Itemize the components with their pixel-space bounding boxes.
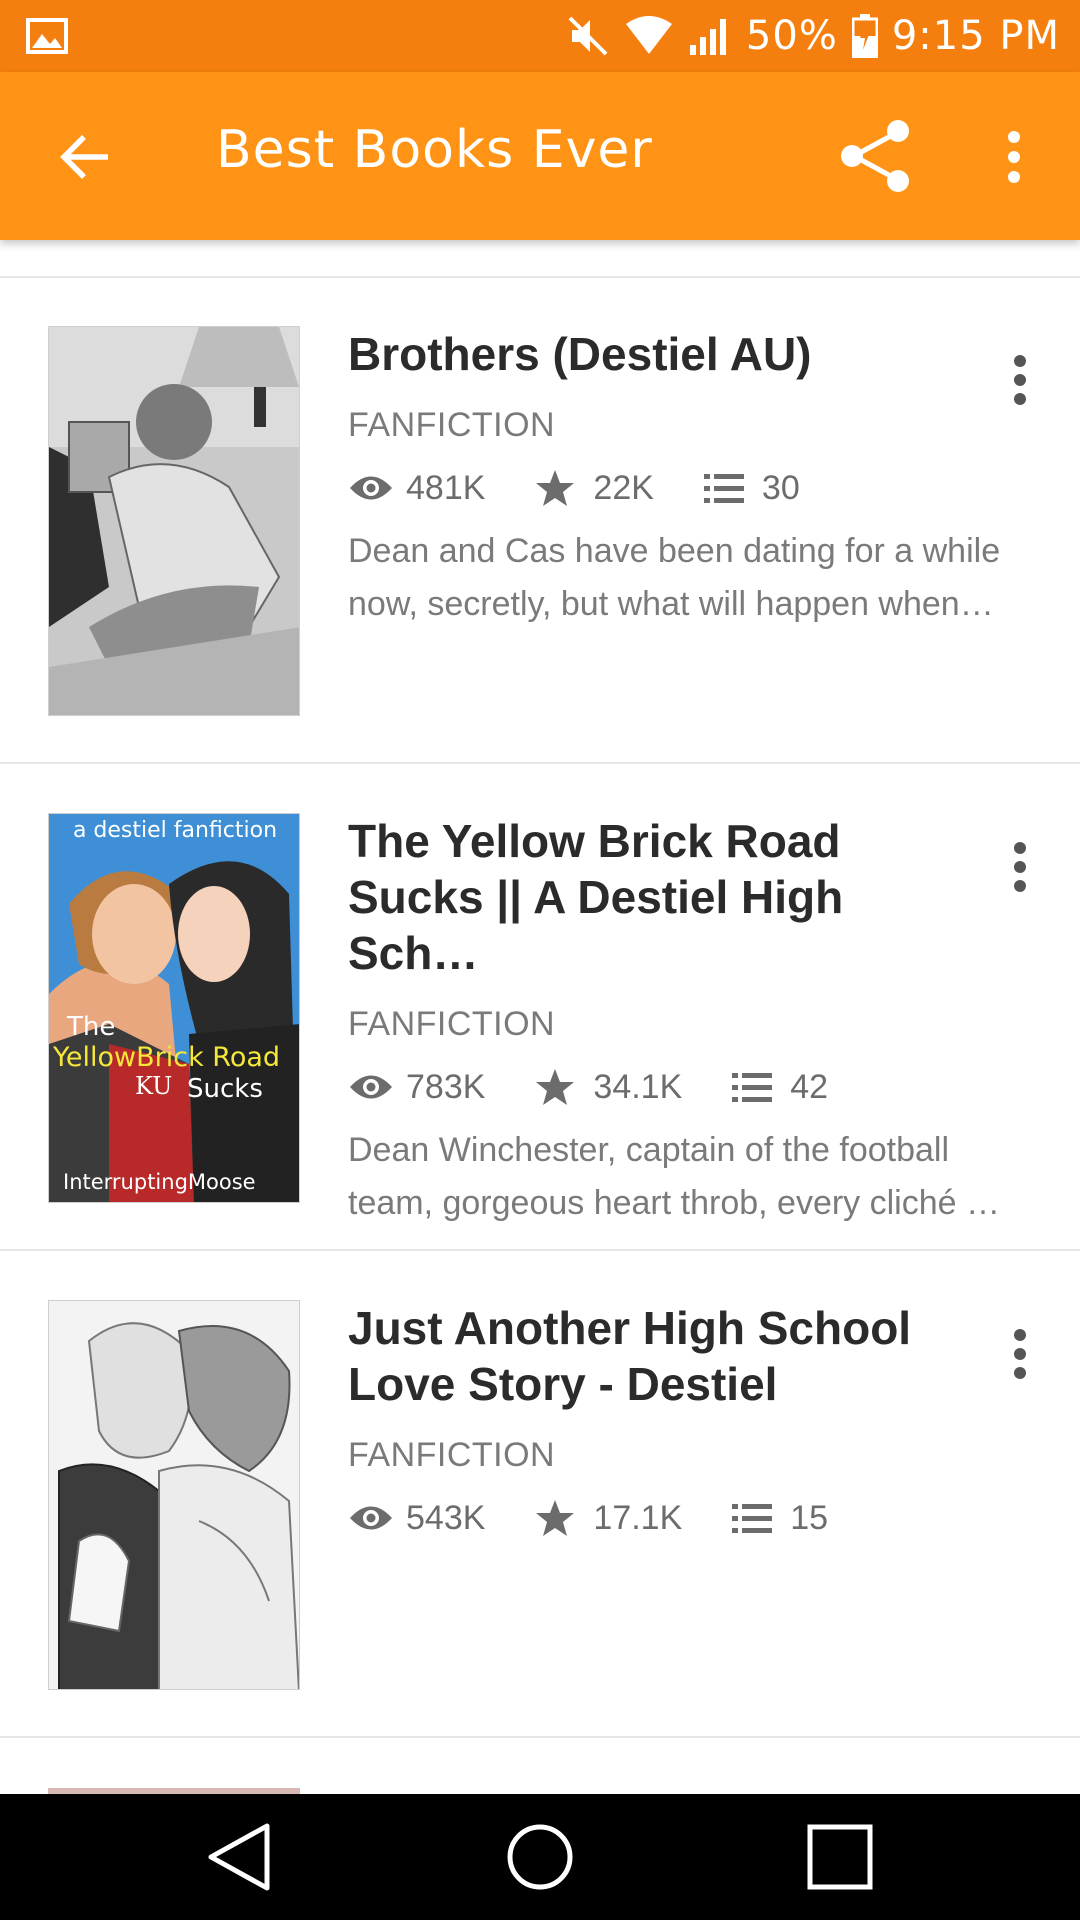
battery-icon <box>851 14 878 58</box>
votes-count: 22K <box>593 468 654 507</box>
votes-stat: 17.1K <box>535 1498 682 1538</box>
reads-stat: 481K <box>348 468 485 508</box>
app-bar: Best Books Ever <box>0 72 1080 240</box>
share-icon <box>841 120 909 192</box>
story-options-button[interactable] <box>1000 1324 1040 1384</box>
eye-icon <box>348 1067 398 1107</box>
description-line: now, secretly, but what will happen when… <box>348 585 994 623</box>
signal-icon <box>688 15 732 57</box>
wifi-icon <box>624 16 674 56</box>
story-options-button[interactable] <box>1000 350 1040 410</box>
system-nav-bar <box>0 1794 1080 1920</box>
cover-tagline: a destiel fanfiction <box>72 818 278 843</box>
book-cover[interactable] <box>48 326 300 716</box>
eye-icon <box>348 468 398 508</box>
recents-square-icon <box>807 1824 873 1890</box>
story-category: FANFICTION <box>348 406 556 444</box>
story-title[interactable]: Brothers (Destiel AU) <box>348 326 968 382</box>
reads-stat: 543K <box>348 1498 485 1538</box>
back-button[interactable] <box>50 122 120 192</box>
cover-author: InterruptingMoose <box>63 1170 256 1194</box>
story-info: The Yellow Brick Road Sucks || A Destiel… <box>348 813 1038 1230</box>
mute-icon <box>566 14 610 58</box>
story-stats: 543K 17.1K 15 <box>348 1493 1038 1543</box>
votes-stat: 22K <box>535 468 654 508</box>
nav-home-button[interactable] <box>485 1802 595 1912</box>
description-line: Dean and Cas have been dating for a whil… <box>348 532 1001 570</box>
votes-count: 34.1K <box>593 1067 683 1106</box>
star-icon <box>535 468 585 508</box>
cover-initials: KU <box>135 1072 173 1100</box>
page-title: Best Books Ever <box>216 120 653 180</box>
story-stats: 783K 34.1K 42 <box>348 1062 1038 1112</box>
story-description: Dean Winchester, captain of the football… <box>348 1124 1038 1230</box>
status-bar: 50% 9:15 PM <box>0 0 1080 72</box>
parts-count: 42 <box>790 1067 829 1106</box>
story-title[interactable]: Just Another High School Love Story - De… <box>348 1300 968 1412</box>
cover-title-the: The <box>67 1012 116 1042</box>
nav-recents-button[interactable] <box>785 1802 895 1912</box>
parts-count: 15 <box>790 1498 829 1537</box>
story-info: Brothers (Destiel AU) FANFICTION 481K 22… <box>348 326 1038 631</box>
story-list-item[interactable]: Brothers (Destiel AU) FANFICTION 481K 22… <box>0 278 1080 764</box>
story-list-item[interactable]: a destiel fanfiction The YellowBrick Roa… <box>0 765 1080 1251</box>
reads-count: 481K <box>406 468 486 507</box>
reads-count: 543K <box>406 1498 486 1537</box>
more-vertical-icon <box>1014 355 1026 405</box>
reads-count: 783K <box>406 1067 486 1106</box>
overflow-menu-button[interactable] <box>990 122 1038 192</box>
battery-percent: 50% <box>745 13 838 59</box>
star-icon <box>535 1498 585 1538</box>
cover-title-sucks: Sucks <box>187 1074 263 1104</box>
parts-stat: 15 <box>732 1498 828 1538</box>
book-cover[interactable]: a destiel fanfiction The YellowBrick Roa… <box>48 813 300 1203</box>
star-icon <box>535 1067 585 1107</box>
story-category: FANFICTION <box>348 1436 556 1474</box>
book-cover[interactable] <box>48 1300 300 1690</box>
parts-stat: 42 <box>732 1067 828 1107</box>
description-line: team, gorgeous heart throb, every cliché… <box>348 1184 1000 1222</box>
story-list-item[interactable]: Just Another High School Love Story - De… <box>0 1252 1080 1738</box>
list-icon <box>732 1067 782 1107</box>
story-category: FANFICTION <box>348 1005 556 1043</box>
parts-stat: 30 <box>703 468 800 508</box>
description-line: Dean Winchester, captain of the football <box>348 1131 950 1169</box>
list-icon <box>732 1498 782 1538</box>
votes-stat: 34.1K <box>535 1067 682 1107</box>
more-vertical-icon <box>1008 131 1020 183</box>
image-icon <box>26 18 68 54</box>
votes-count: 17.1K <box>593 1498 683 1537</box>
story-stats: 481K 22K 30 <box>348 463 1038 513</box>
story-title[interactable]: The Yellow Brick Road Sucks || A Destiel… <box>348 813 968 981</box>
home-circle-icon <box>507 1824 573 1890</box>
share-button[interactable] <box>836 116 916 196</box>
clock: 9:15 PM <box>891 13 1060 59</box>
eye-icon <box>348 1498 398 1538</box>
more-vertical-icon <box>1014 1329 1026 1379</box>
cover-title-main: YellowBrick Road <box>53 1042 281 1073</box>
story-info: Just Another High School Love Story - De… <box>348 1300 1038 1543</box>
story-description: Dean and Cas have been dating for a whil… <box>348 525 1038 631</box>
more-vertical-icon <box>1014 842 1026 892</box>
back-triangle-icon <box>208 1823 270 1891</box>
back-arrow-icon <box>60 135 108 179</box>
list-icon <box>703 468 754 508</box>
parts-count: 30 <box>761 468 800 507</box>
reads-stat: 783K <box>348 1067 485 1107</box>
story-options-button[interactable] <box>1000 837 1040 897</box>
nav-back-button[interactable] <box>185 1802 295 1912</box>
screen: 50% 9:15 PM Best Books Ever Brothers (De… <box>0 0 1080 1920</box>
